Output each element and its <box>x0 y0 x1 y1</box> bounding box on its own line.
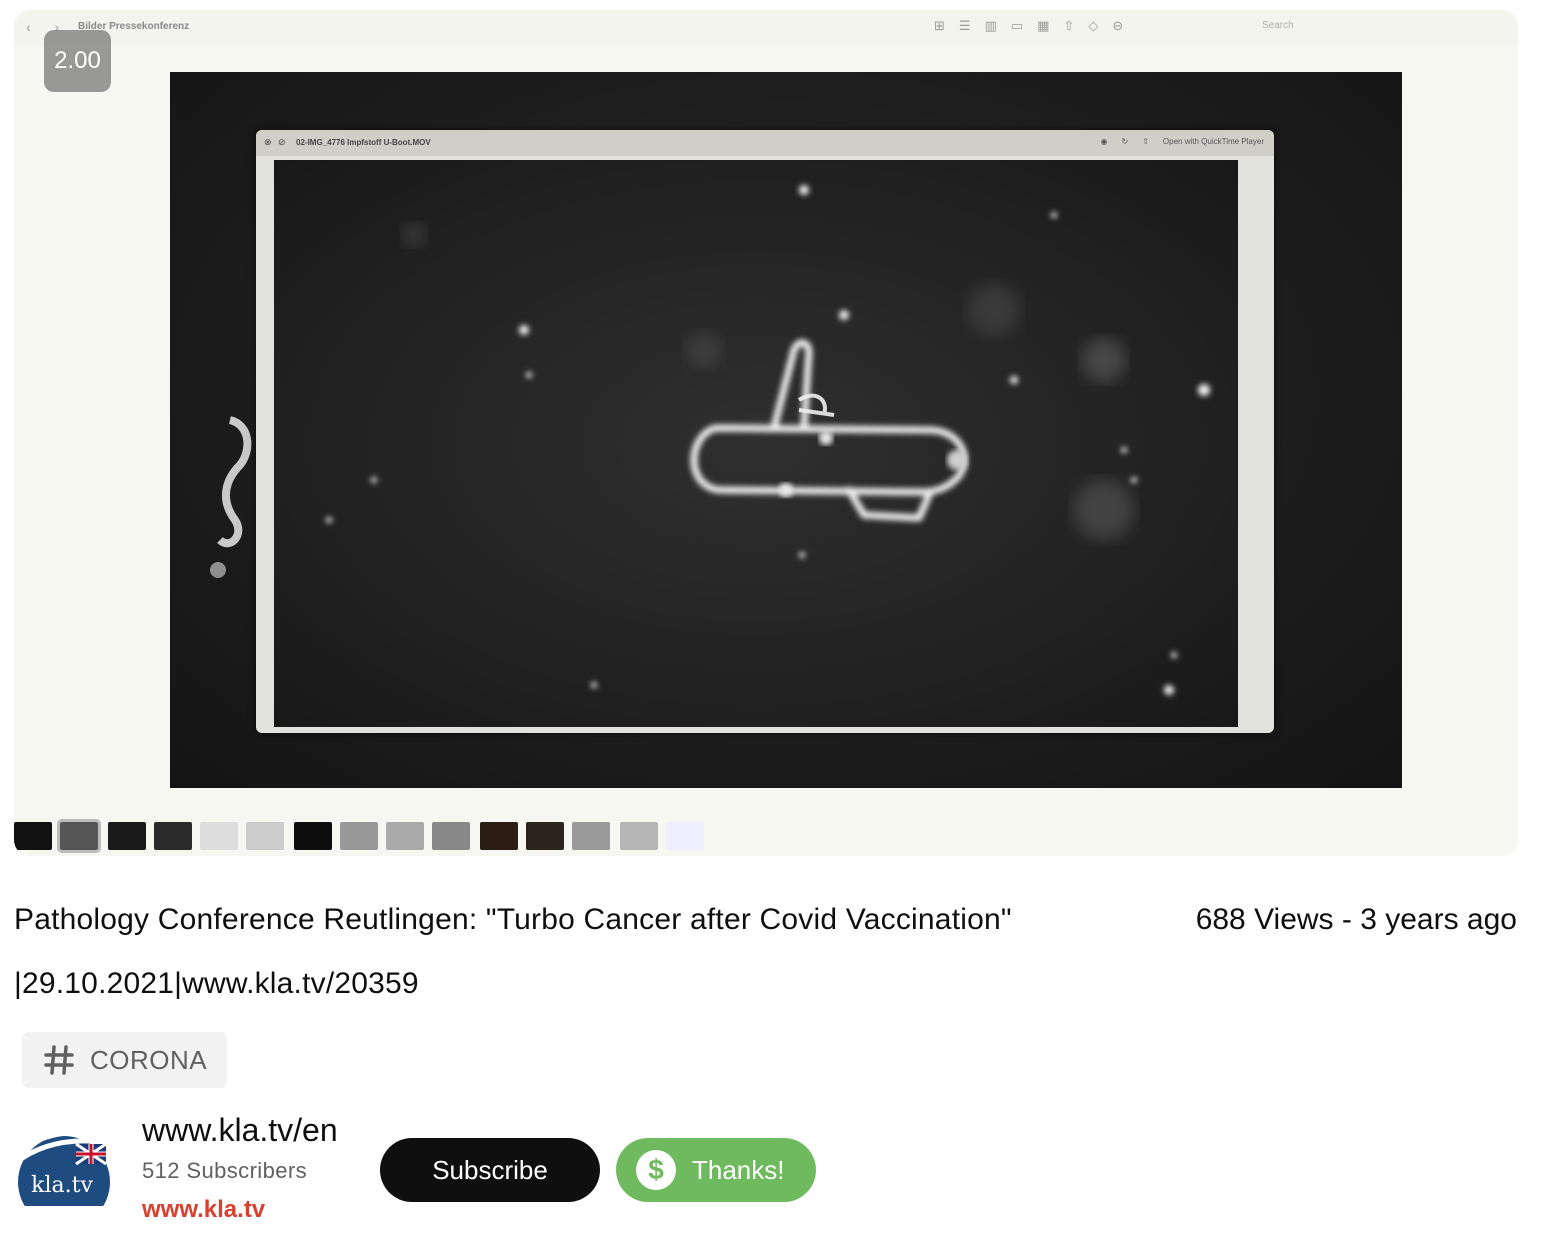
finder-search: Search <box>1262 20 1294 31</box>
thumbnail <box>526 822 564 850</box>
quicktime-file-title: 02-IMG_4776 Impfstoff U-Boot.MOV <box>296 138 431 147</box>
hashtag-icon <box>44 1045 74 1075</box>
thumbnail <box>200 822 238 850</box>
quicktime-titlebar: ⊗ ⊘ 02-IMG_4776 Impfstoff U-Boot.MOV ◉ ↻… <box>256 130 1274 156</box>
thumbnail <box>14 822 52 850</box>
tag-icon: ◇ <box>1088 18 1099 33</box>
subscribe-button[interactable]: Subscribe <box>380 1138 600 1202</box>
column-view-icon: ▥ <box>984 18 997 33</box>
microscope-particles <box>326 185 1210 695</box>
video-title: Pathology Conference Reutlingen: "Turbo … <box>14 903 1012 1000</box>
uk-flag-icon <box>75 1142 107 1166</box>
share-icon: ⇧ <box>1142 137 1149 146</box>
grid-view-icon: ⊞ <box>934 18 945 33</box>
thanks-label: Thanks! <box>692 1154 785 1185</box>
rotate-icon: ↻ <box>1121 137 1129 146</box>
storyboard-thumbnails <box>14 816 714 856</box>
hashtag-chip[interactable]: CORONA <box>22 1032 227 1088</box>
thumbnail <box>620 822 658 850</box>
quicktime-open-with: Open with QuickTime Player <box>1162 137 1264 146</box>
left-edge-glow <box>210 416 252 578</box>
hashtag-label: CORONA <box>90 1044 208 1075</box>
thumbnail <box>246 822 284 850</box>
channel-website-link[interactable]: www.kla.tv <box>142 1196 265 1224</box>
video-player[interactable]: ‹ › Bilder Pressekonferenz ⊞ ☰ ▥ ▭ ▦ ⇧ ◇… <box>14 10 1518 856</box>
channel-name[interactable]: www.kla.tv/en <box>142 1112 338 1149</box>
thanks-button[interactable]: $ Thanks! <box>616 1138 816 1202</box>
avatar-text: kla.tv <box>31 1173 93 1198</box>
more-icon: ⊖ <box>1112 18 1124 33</box>
thumbnail <box>294 822 332 850</box>
microscope-image <box>274 160 1238 727</box>
thumbnail <box>340 822 378 850</box>
group-icon: ▦ <box>1037 18 1050 33</box>
channel-avatar[interactable]: kla.tv <box>14 1134 110 1206</box>
eye-icon: ◉ <box>1100 137 1108 146</box>
view-count: 688 Views - 3 years ago <box>1195 903 1517 936</box>
thumbnail <box>666 822 704 850</box>
subscriber-count: 512 Subscribers <box>142 1158 307 1183</box>
thumbnail <box>57 819 101 853</box>
thumbnail <box>480 822 518 850</box>
dollar-icon: $ <box>636 1150 676 1190</box>
finder-toolbar: ‹ › Bilder Pressekonferenz ⊞ ☰ ▥ ▭ ▦ ⇧ ◇… <box>14 10 1518 46</box>
thumbnail <box>108 822 146 850</box>
thumbnail <box>154 822 192 850</box>
thumbnail <box>572 822 610 850</box>
quicktime-window: ⊗ ⊘ 02-IMG_4776 Impfstoff U-Boot.MOV ◉ ↻… <box>256 130 1274 733</box>
share-icon: ⇧ <box>1063 18 1075 33</box>
thumbnail <box>432 822 470 850</box>
playback-speed-badge[interactable]: 2.00 <box>44 30 111 92</box>
window-controls-icon: ⊗ ⊘ <box>264 137 288 147</box>
finder-tool-icons: ⊞ ☰ ▥ ▭ ▦ ⇧ ◇ ⊖ <box>934 18 1123 34</box>
list-view-icon: ☰ <box>958 18 971 33</box>
gallery-view-icon: ▭ <box>1010 18 1024 33</box>
thumbnail <box>386 822 424 850</box>
